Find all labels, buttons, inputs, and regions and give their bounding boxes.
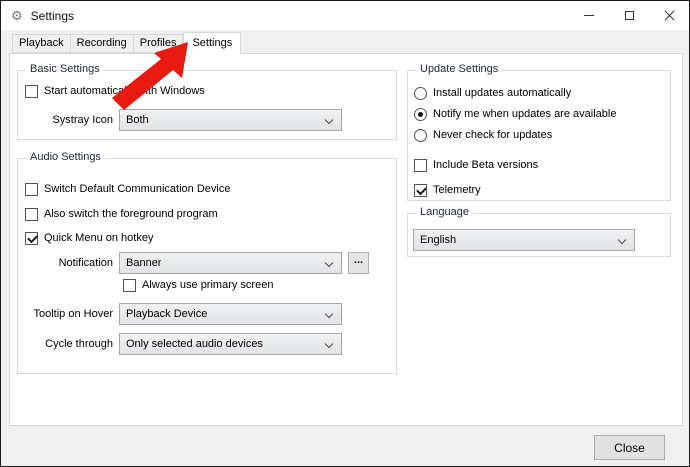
install-updates-radio[interactable] xyxy=(414,87,427,100)
systray-icon-label: Systray Icon xyxy=(21,112,113,128)
always-primary-checkbox[interactable] xyxy=(123,279,136,292)
window-title: Settings xyxy=(31,9,74,23)
tooltip-hover-combo[interactable]: Playback Device xyxy=(119,303,342,325)
update-settings-title: Update Settings xyxy=(416,63,502,75)
switch-comm-checkbox[interactable] xyxy=(25,183,38,196)
notification-value: Banner xyxy=(126,257,161,269)
cycle-through-value: Only selected audio devices xyxy=(126,338,263,350)
systray-icon-combo[interactable]: Both xyxy=(119,109,342,131)
cycle-through-combo[interactable]: Only selected audio devices xyxy=(119,333,342,355)
cycle-through-label: Cycle through xyxy=(21,336,113,352)
gear-icon: ⚙ xyxy=(11,9,23,22)
never-check-row: Never check for updates xyxy=(414,127,552,143)
minimize-icon xyxy=(584,15,594,16)
language-title: Language xyxy=(416,206,473,218)
quick-menu-row: Quick Menu on hotkey xyxy=(25,230,153,246)
telemetry-row: Telemetry xyxy=(414,182,481,198)
switch-comm-row: Switch Default Communication Device xyxy=(25,181,230,197)
notification-label: Notification xyxy=(21,255,113,271)
start-automatically-row: Start automatically with Windows xyxy=(25,83,205,99)
language-value: English xyxy=(420,234,456,246)
always-primary-label: Always use primary screen xyxy=(142,279,273,291)
chevron-down-icon xyxy=(325,259,333,267)
never-check-radio[interactable] xyxy=(414,129,427,142)
tab-profiles[interactable]: Profiles xyxy=(134,34,184,53)
notify-updates-row: Notify me when updates are available xyxy=(414,106,616,122)
close-icon xyxy=(663,9,676,22)
tooltip-hover-label: Tooltip on Hover xyxy=(21,306,113,322)
install-updates-label: Install updates automatically xyxy=(433,87,571,99)
chevron-down-icon xyxy=(325,116,333,124)
quick-menu-checkbox[interactable] xyxy=(25,232,38,245)
close-window-button[interactable] xyxy=(649,1,689,30)
quick-menu-label: Quick Menu on hotkey xyxy=(44,232,153,244)
tab-settings[interactable]: Settings xyxy=(183,32,241,54)
notify-updates-radio[interactable] xyxy=(414,108,427,121)
maximize-button[interactable] xyxy=(609,1,649,30)
systray-icon-value: Both xyxy=(126,114,149,126)
notification-combo[interactable]: Banner xyxy=(119,252,342,274)
telemetry-label: Telemetry xyxy=(433,184,481,196)
chevron-down-icon xyxy=(325,310,333,318)
tab-strip: Playback Recording Profiles Settings xyxy=(12,32,241,53)
include-beta-label: Include Beta versions xyxy=(433,159,538,171)
title-bar: ⚙ Settings xyxy=(1,1,689,30)
always-primary-row: Always use primary screen xyxy=(123,277,273,293)
start-automatically-checkbox[interactable] xyxy=(25,85,38,98)
notification-more-button[interactable]: ... xyxy=(348,252,369,274)
telemetry-checkbox[interactable] xyxy=(414,184,427,197)
switch-foreground-checkbox[interactable] xyxy=(25,208,38,221)
install-updates-row: Install updates automatically xyxy=(414,85,571,101)
window-controls xyxy=(569,1,689,30)
start-automatically-label: Start automatically with Windows xyxy=(44,85,205,97)
maximize-icon xyxy=(625,11,634,20)
include-beta-checkbox[interactable] xyxy=(414,159,427,172)
basic-settings-title: Basic Settings xyxy=(26,63,104,75)
switch-comm-label: Switch Default Communication Device xyxy=(44,183,230,195)
footer-bar xyxy=(1,426,689,467)
chevron-down-icon xyxy=(618,236,626,244)
close-button[interactable]: Close xyxy=(594,435,665,460)
tooltip-hover-value: Playback Device xyxy=(126,308,207,320)
notify-updates-label: Notify me when updates are available xyxy=(433,108,616,120)
chevron-down-icon xyxy=(325,340,333,348)
switch-foreground-label: Also switch the foreground program xyxy=(44,208,218,220)
settings-window: ⚙ Settings Playback Recording Profiles S… xyxy=(0,0,690,467)
minimize-button[interactable] xyxy=(569,1,609,30)
language-combo[interactable]: English xyxy=(413,229,635,251)
tab-playback[interactable]: Playback xyxy=(12,34,71,53)
switch-foreground-row: Also switch the foreground program xyxy=(25,206,218,222)
tab-recording[interactable]: Recording xyxy=(71,34,134,53)
never-check-label: Never check for updates xyxy=(433,129,552,141)
audio-settings-title: Audio Settings xyxy=(26,151,105,163)
include-beta-row: Include Beta versions xyxy=(414,157,538,173)
